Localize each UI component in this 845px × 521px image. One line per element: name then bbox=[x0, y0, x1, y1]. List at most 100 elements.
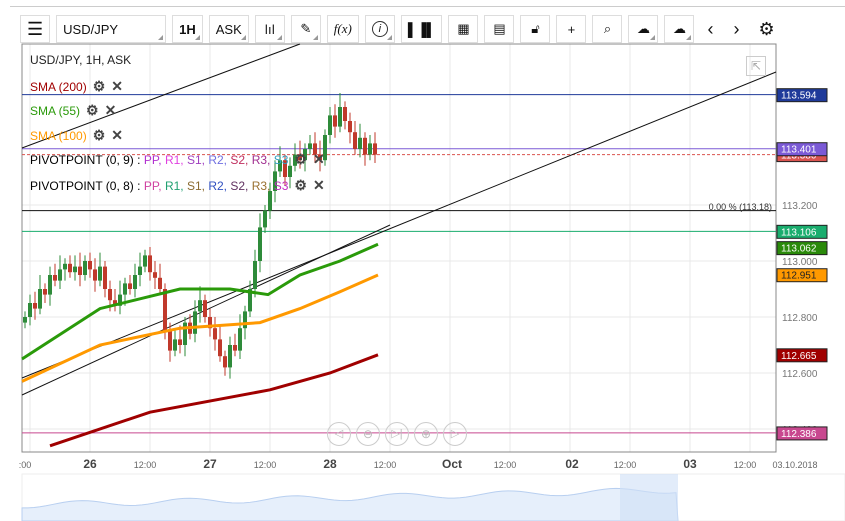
legend-sma55: SMA (55) ⚙ ✕ bbox=[30, 102, 116, 119]
candle-body bbox=[73, 266, 77, 273]
price-marker-label: 112.951 bbox=[781, 271, 817, 282]
candle-body bbox=[133, 275, 137, 289]
candle-body bbox=[108, 289, 112, 301]
close-icon[interactable]: ✕ bbox=[105, 102, 117, 119]
time-tick: Oct bbox=[442, 457, 462, 471]
candle-body bbox=[83, 261, 87, 275]
pivot-level-r1: R1, bbox=[164, 178, 187, 193]
candle-body bbox=[43, 289, 47, 295]
candle-body bbox=[23, 317, 27, 323]
candle-body bbox=[48, 275, 52, 295]
legend-pivot-8: PIVOTPOINT (0, 8) : PP, R1, S1, R2, S2, … bbox=[30, 177, 325, 194]
trend-line bbox=[21, 71, 777, 379]
gear-icon[interactable]: ⚙ bbox=[86, 102, 99, 119]
time-tick: 26 bbox=[83, 457, 97, 471]
candle-body bbox=[178, 339, 182, 345]
triangle-left-icon: ◁ bbox=[334, 428, 344, 440]
candle-body bbox=[128, 283, 132, 289]
price-tick: 113.200 bbox=[782, 201, 818, 212]
price-tick: 112.600 bbox=[782, 369, 818, 380]
candle-body bbox=[148, 255, 152, 273]
gear-icon[interactable]: ⚙ bbox=[93, 127, 106, 144]
candle-body bbox=[258, 227, 262, 261]
price-marker-label: 113.594 bbox=[781, 91, 817, 102]
sma200-label: SMA (200) bbox=[30, 79, 87, 94]
price-tick: 112.800 bbox=[782, 313, 818, 324]
gear-icon[interactable]: ⚙ bbox=[294, 177, 307, 194]
time-tick: 03.10.2018 bbox=[772, 460, 817, 470]
scroll-right-button[interactable]: ▷ bbox=[443, 422, 467, 446]
close-icon[interactable]: ✕ bbox=[313, 177, 325, 194]
time-tick: 03 bbox=[683, 457, 697, 471]
candle-body bbox=[263, 210, 267, 228]
price-marker-label: 113.106 bbox=[781, 227, 817, 238]
candle-body bbox=[28, 303, 32, 317]
candle-body bbox=[58, 269, 62, 281]
candle-body bbox=[353, 132, 357, 149]
gear-icon[interactable]: ⚙ bbox=[294, 151, 307, 168]
scroll-left-button[interactable]: ◁ bbox=[327, 422, 351, 446]
close-icon[interactable]: ✕ bbox=[313, 151, 325, 168]
time-tick: 12:00 bbox=[494, 460, 517, 470]
candle-body bbox=[213, 328, 217, 340]
candle-body bbox=[163, 289, 167, 331]
candle-body bbox=[333, 115, 337, 127]
zoom-out-icon: ⊖ bbox=[362, 427, 374, 441]
candle-body bbox=[63, 263, 67, 270]
sma100-label: SMA (100) bbox=[30, 128, 87, 143]
price-marker-label: 113.401 bbox=[781, 145, 817, 156]
pivot-label: PIVOTPOINT (0, 9) bbox=[30, 152, 134, 167]
candle-body bbox=[373, 143, 377, 155]
candle-body bbox=[203, 300, 207, 317]
close-icon[interactable]: ✕ bbox=[111, 78, 123, 95]
gear-icon[interactable]: ⚙ bbox=[93, 78, 106, 95]
pivot-level-pp: PP, bbox=[143, 152, 165, 167]
pivot-level-r3: R3, bbox=[251, 152, 274, 167]
scroll-end-button[interactable]: ▷| bbox=[385, 422, 409, 446]
candle-body bbox=[78, 266, 82, 275]
candle-body bbox=[138, 266, 142, 275]
zoom-in-button[interactable]: ⊕ bbox=[414, 422, 438, 446]
legend-pivot-9: PIVOTPOINT (0, 9) : PP, R1, S1, R2, S2, … bbox=[30, 151, 325, 168]
candle-body bbox=[123, 283, 127, 295]
candle-body bbox=[33, 303, 37, 309]
legend-sma200: SMA (200) ⚙ ✕ bbox=[30, 78, 123, 95]
separator: : bbox=[133, 178, 144, 193]
zoom-out-button[interactable]: ⊖ bbox=[356, 422, 380, 446]
candle-body bbox=[193, 311, 197, 334]
candle-body bbox=[238, 328, 242, 351]
candle-body bbox=[308, 143, 312, 149]
candle-body bbox=[328, 115, 332, 135]
sma55-label: SMA (55) bbox=[30, 103, 81, 118]
candle-body bbox=[338, 107, 342, 127]
navigator-window bbox=[620, 474, 678, 521]
candle-body bbox=[243, 311, 247, 329]
candle-body bbox=[368, 143, 372, 155]
candle-body bbox=[38, 289, 42, 309]
candle-body bbox=[153, 272, 157, 278]
pivot-level-r2: R2, bbox=[208, 152, 231, 167]
candle-body bbox=[103, 266, 107, 289]
candle-body bbox=[158, 277, 162, 289]
candle-body bbox=[93, 269, 97, 281]
close-icon[interactable]: ✕ bbox=[111, 127, 123, 144]
time-tick: 12:00 bbox=[734, 460, 757, 470]
time-tick: 12:00 bbox=[614, 460, 637, 470]
candle-body bbox=[183, 322, 187, 345]
zoom-in-icon: ⊕ bbox=[420, 427, 432, 441]
pivot-level-r1: R1, bbox=[164, 152, 187, 167]
legend-title: USD/JPY, 1H, ASK bbox=[30, 53, 131, 67]
time-tick: 02 bbox=[565, 457, 579, 471]
pivot-level-s3: S3 bbox=[273, 152, 289, 167]
expand-button[interactable]: ⇱ bbox=[746, 56, 766, 76]
candle-body bbox=[53, 275, 57, 281]
candle-body bbox=[143, 255, 147, 267]
candle-body bbox=[358, 137, 362, 149]
time-tick: 27 bbox=[203, 457, 217, 471]
skip-end-icon: ▷| bbox=[391, 428, 403, 440]
pivot-level-r2: R2, bbox=[208, 178, 231, 193]
candle-body bbox=[173, 339, 177, 351]
candle-body bbox=[228, 345, 232, 368]
pivot-label: PIVOTPOINT (0, 8) bbox=[30, 178, 134, 193]
pivot-level-s1: S1, bbox=[186, 152, 209, 167]
